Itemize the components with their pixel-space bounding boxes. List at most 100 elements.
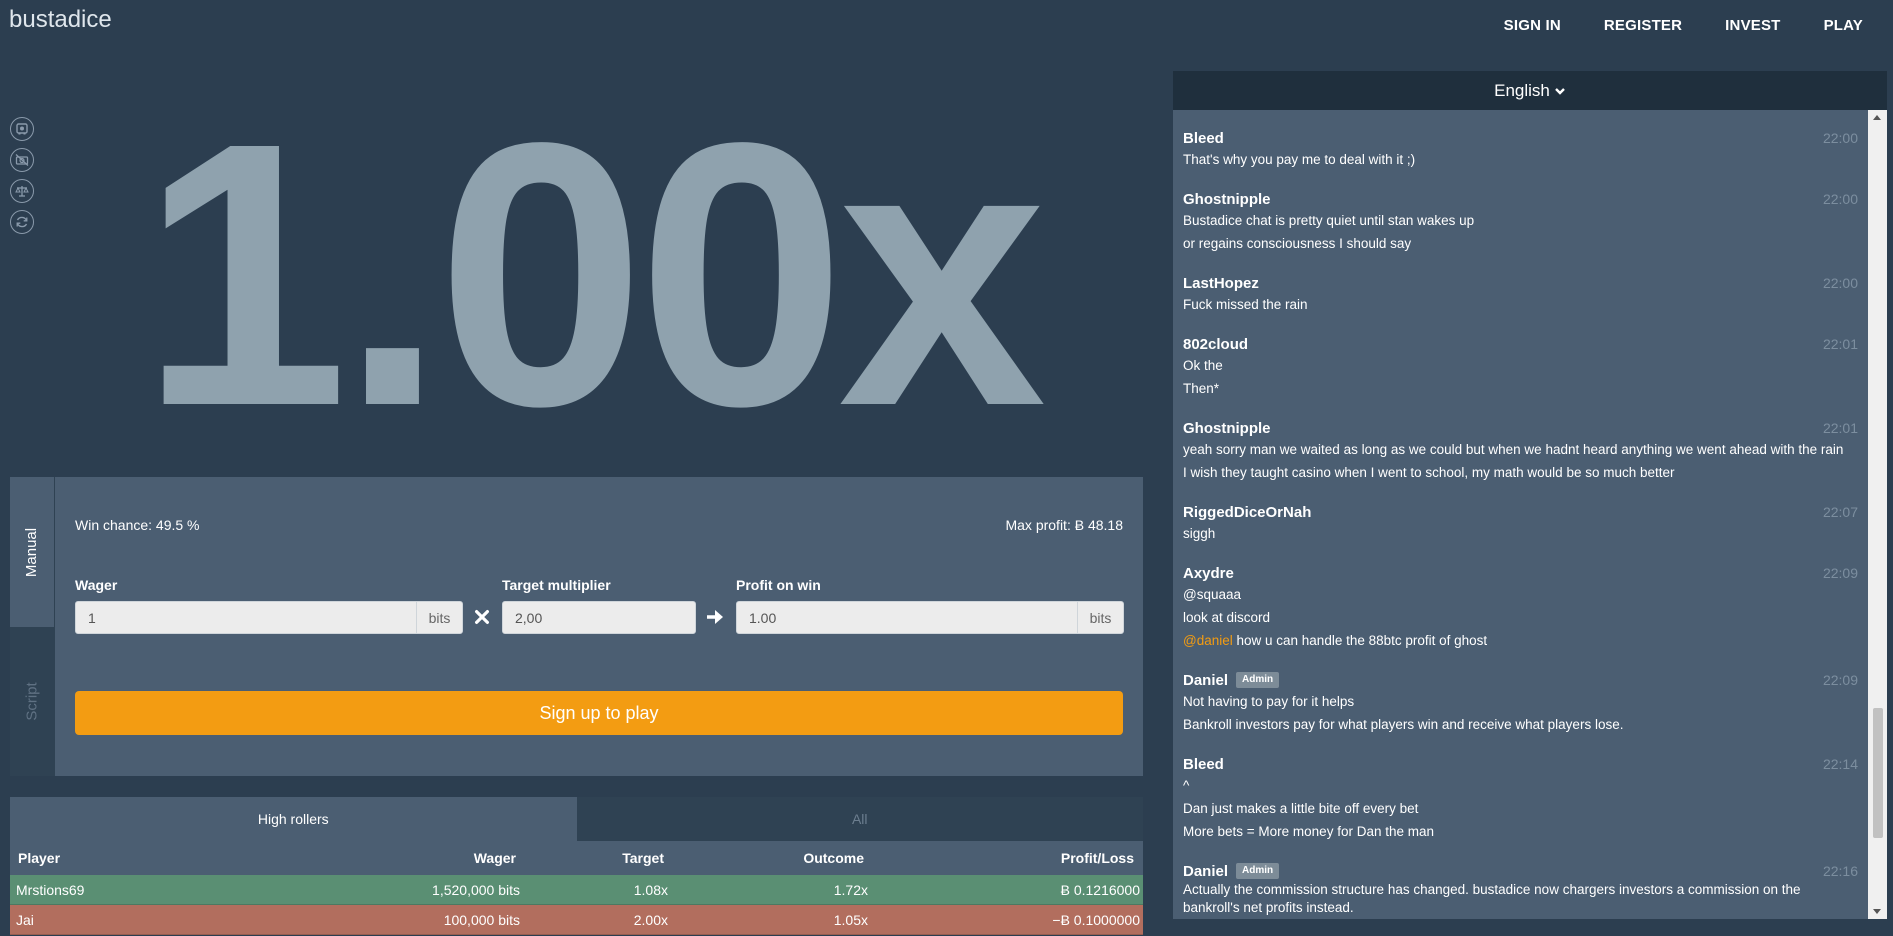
tab-script[interactable]: Script	[10, 627, 54, 776]
nav-invest[interactable]: INVEST	[1725, 17, 1780, 34]
chat-messages: Bleed 22:00 That's why you pay me to dea…	[1173, 110, 1868, 919]
sign-up-to-play-button[interactable]: Sign up to play	[75, 691, 1123, 735]
chat-message: Bleed 22:00 That's why you pay me to dea…	[1173, 128, 1868, 171]
chat-message: 802cloud 22:01 Ok the Then*	[1173, 334, 1868, 400]
chat-time: 22:09	[1822, 672, 1858, 688]
chat-text: Then*	[1183, 381, 1220, 396]
nav-sign-in[interactable]: SIGN IN	[1504, 17, 1561, 34]
chat-text: Bustadice chat is pretty quiet until sta…	[1183, 213, 1475, 228]
chat-time: 22:00	[1822, 191, 1858, 207]
chevron-down-icon[interactable]	[1554, 85, 1566, 97]
chat-mention[interactable]: @daniel	[1183, 633, 1233, 648]
chat-text: Not having to pay for it helps	[1183, 694, 1355, 709]
chat-username[interactable]: LastHopez	[1183, 273, 1858, 293]
tab-high-rollers[interactable]: High rollers	[10, 797, 577, 841]
chat-text: ^	[1183, 778, 1190, 793]
chat-text: That's why you pay me to deal with it ;)	[1183, 152, 1416, 167]
chat-text: Bankroll investors pay for what players …	[1183, 717, 1624, 732]
scroll-down-icon[interactable]	[1873, 909, 1881, 914]
chat-scrollbar[interactable]	[1868, 110, 1887, 919]
arrow-right-icon	[704, 605, 726, 629]
nav-register[interactable]: REGISTER	[1604, 17, 1682, 34]
chat-username[interactable]: Ghostnipple	[1183, 418, 1858, 438]
target-label: Target multiplier	[502, 577, 611, 593]
win-chance: Win chance: 49.5 %	[75, 517, 200, 533]
chat-username[interactable]: Axydre	[1183, 563, 1858, 583]
row-target: 1.08x	[633, 881, 668, 898]
site-logo[interactable]: bustadice	[9, 6, 112, 34]
chat-username[interactable]: Bleed	[1183, 128, 1858, 148]
chat-time: 22:01	[1822, 420, 1858, 436]
game-multiplier: 1.00x	[140, 66, 1046, 484]
chat-mention[interactable]: @squaaa	[1183, 583, 1858, 606]
tab-all[interactable]: All	[576, 797, 1143, 841]
col-outcome[interactable]: Outcome	[664, 850, 864, 866]
chat-message: Axydre 22:09 @squaaa look at discord @da…	[1173, 563, 1868, 652]
chat-text: or regains consciousness I should say	[1183, 236, 1412, 251]
admin-badge: Admin	[1236, 672, 1280, 688]
col-target[interactable]: Target	[516, 850, 664, 866]
row-wager: 100,000 bits	[443, 911, 520, 928]
chat-message: Daniel Admin 22:09 Not having to pay for…	[1173, 670, 1868, 736]
language-label[interactable]: English	[1494, 81, 1550, 101]
row-player[interactable]: Jai	[10, 912, 310, 928]
chat-username[interactable]: Bleed	[1183, 754, 1858, 774]
table-row[interactable]: Jai 100,000 bits 2.00x 1.05x −Ƀ 0.100000…	[10, 905, 1143, 935]
chat-text: Fuck missed the rain	[1183, 297, 1308, 312]
side-toolbar	[10, 117, 34, 234]
row-outcome: 1.05x	[833, 911, 868, 928]
col-profit-loss[interactable]: Profit/Loss	[864, 850, 1134, 866]
chat-time: 22:09	[1822, 565, 1858, 581]
chat-username[interactable]: Ghostnipple	[1183, 189, 1858, 209]
chat-text: More bets = More money for Dan the man	[1183, 824, 1434, 839]
chat-message: Daniel Admin 22:16 Actually the commissi…	[1173, 861, 1868, 917]
chat-username[interactable]: Daniel	[1183, 863, 1228, 880]
target-multiplier-input[interactable]: 2,00	[502, 601, 696, 634]
play-panel: Manual Script Win chance: 49.5 % Max pro…	[10, 477, 1143, 776]
wager-label: Wager	[75, 577, 118, 593]
bets-table: High rollers All Player Wager Target Out…	[10, 797, 1143, 936]
chat-time: 22:00	[1822, 130, 1858, 146]
table-row[interactable]: Mrstions69 1,520,000 bits 1.08x 1.72x Ƀ …	[10, 875, 1143, 905]
chat-time: 22:07	[1822, 504, 1858, 520]
chat-message: RiggedDiceOrNah 22:07 siggh	[1173, 502, 1868, 545]
refresh-icon[interactable]	[10, 210, 34, 234]
chat-message: Ghostnipple 22:00 Bustadice chat is pret…	[1173, 189, 1868, 255]
scroll-up-icon[interactable]	[1873, 115, 1881, 120]
row-target: 2.00x	[633, 911, 668, 928]
wager-unit: bits	[416, 602, 462, 633]
chat-text: Actually the commission structure has ch…	[1183, 882, 1801, 897]
wager-value[interactable]: 1	[76, 610, 416, 626]
manual-panel: Win chance: 49.5 % Max profit: Ƀ 48.18 W…	[55, 477, 1143, 776]
wager-input[interactable]: 1 bits	[75, 601, 463, 634]
vault-icon[interactable]	[10, 117, 34, 141]
no-camera-icon[interactable]	[10, 148, 34, 172]
scrollbar-thumb[interactable]	[1873, 708, 1883, 838]
col-player[interactable]: Player	[10, 850, 310, 866]
chat-username[interactable]: RiggedDiceOrNah	[1183, 502, 1858, 522]
scale-icon[interactable]	[10, 179, 34, 203]
target-value[interactable]: 2,00	[503, 610, 695, 626]
profit-value[interactable]: 1.00	[737, 610, 1077, 626]
chat-panel: English Bleed 22:00 That's why you pay m…	[1173, 71, 1887, 936]
table-header: Player Wager Target Outcome Profit/Loss	[10, 841, 1143, 875]
chat-text: siggh	[1183, 526, 1216, 541]
top-nav: SIGN IN REGISTER INVEST PLAY	[1504, 0, 1893, 50]
row-profit: −Ƀ 0.1000000	[1052, 911, 1140, 928]
tab-manual[interactable]: Manual	[10, 477, 54, 627]
chat-text: Dan just makes a little bite off every b…	[1183, 801, 1419, 816]
language-selector[interactable]: English	[1173, 71, 1887, 110]
nav-play[interactable]: PLAY	[1824, 17, 1863, 34]
chat-username[interactable]: Daniel	[1183, 672, 1228, 689]
profit-on-win-input[interactable]: 1.00 bits	[736, 601, 1124, 634]
col-wager[interactable]: Wager	[310, 850, 516, 866]
chat-user-row: Daniel Admin	[1183, 861, 1858, 881]
chat-text: yeah sorry man we waited as long as we c…	[1183, 442, 1844, 457]
multiply-icon	[471, 605, 493, 629]
admin-badge: Admin	[1236, 863, 1280, 879]
chat-username[interactable]: 802cloud	[1183, 334, 1858, 354]
chat-time: 22:00	[1822, 275, 1858, 291]
chat-text-with-mention: @daniel how u can handle the 88btc profi…	[1183, 629, 1858, 652]
chat-text: Ok the	[1183, 358, 1223, 373]
row-player[interactable]: Mrstions69	[10, 882, 310, 898]
